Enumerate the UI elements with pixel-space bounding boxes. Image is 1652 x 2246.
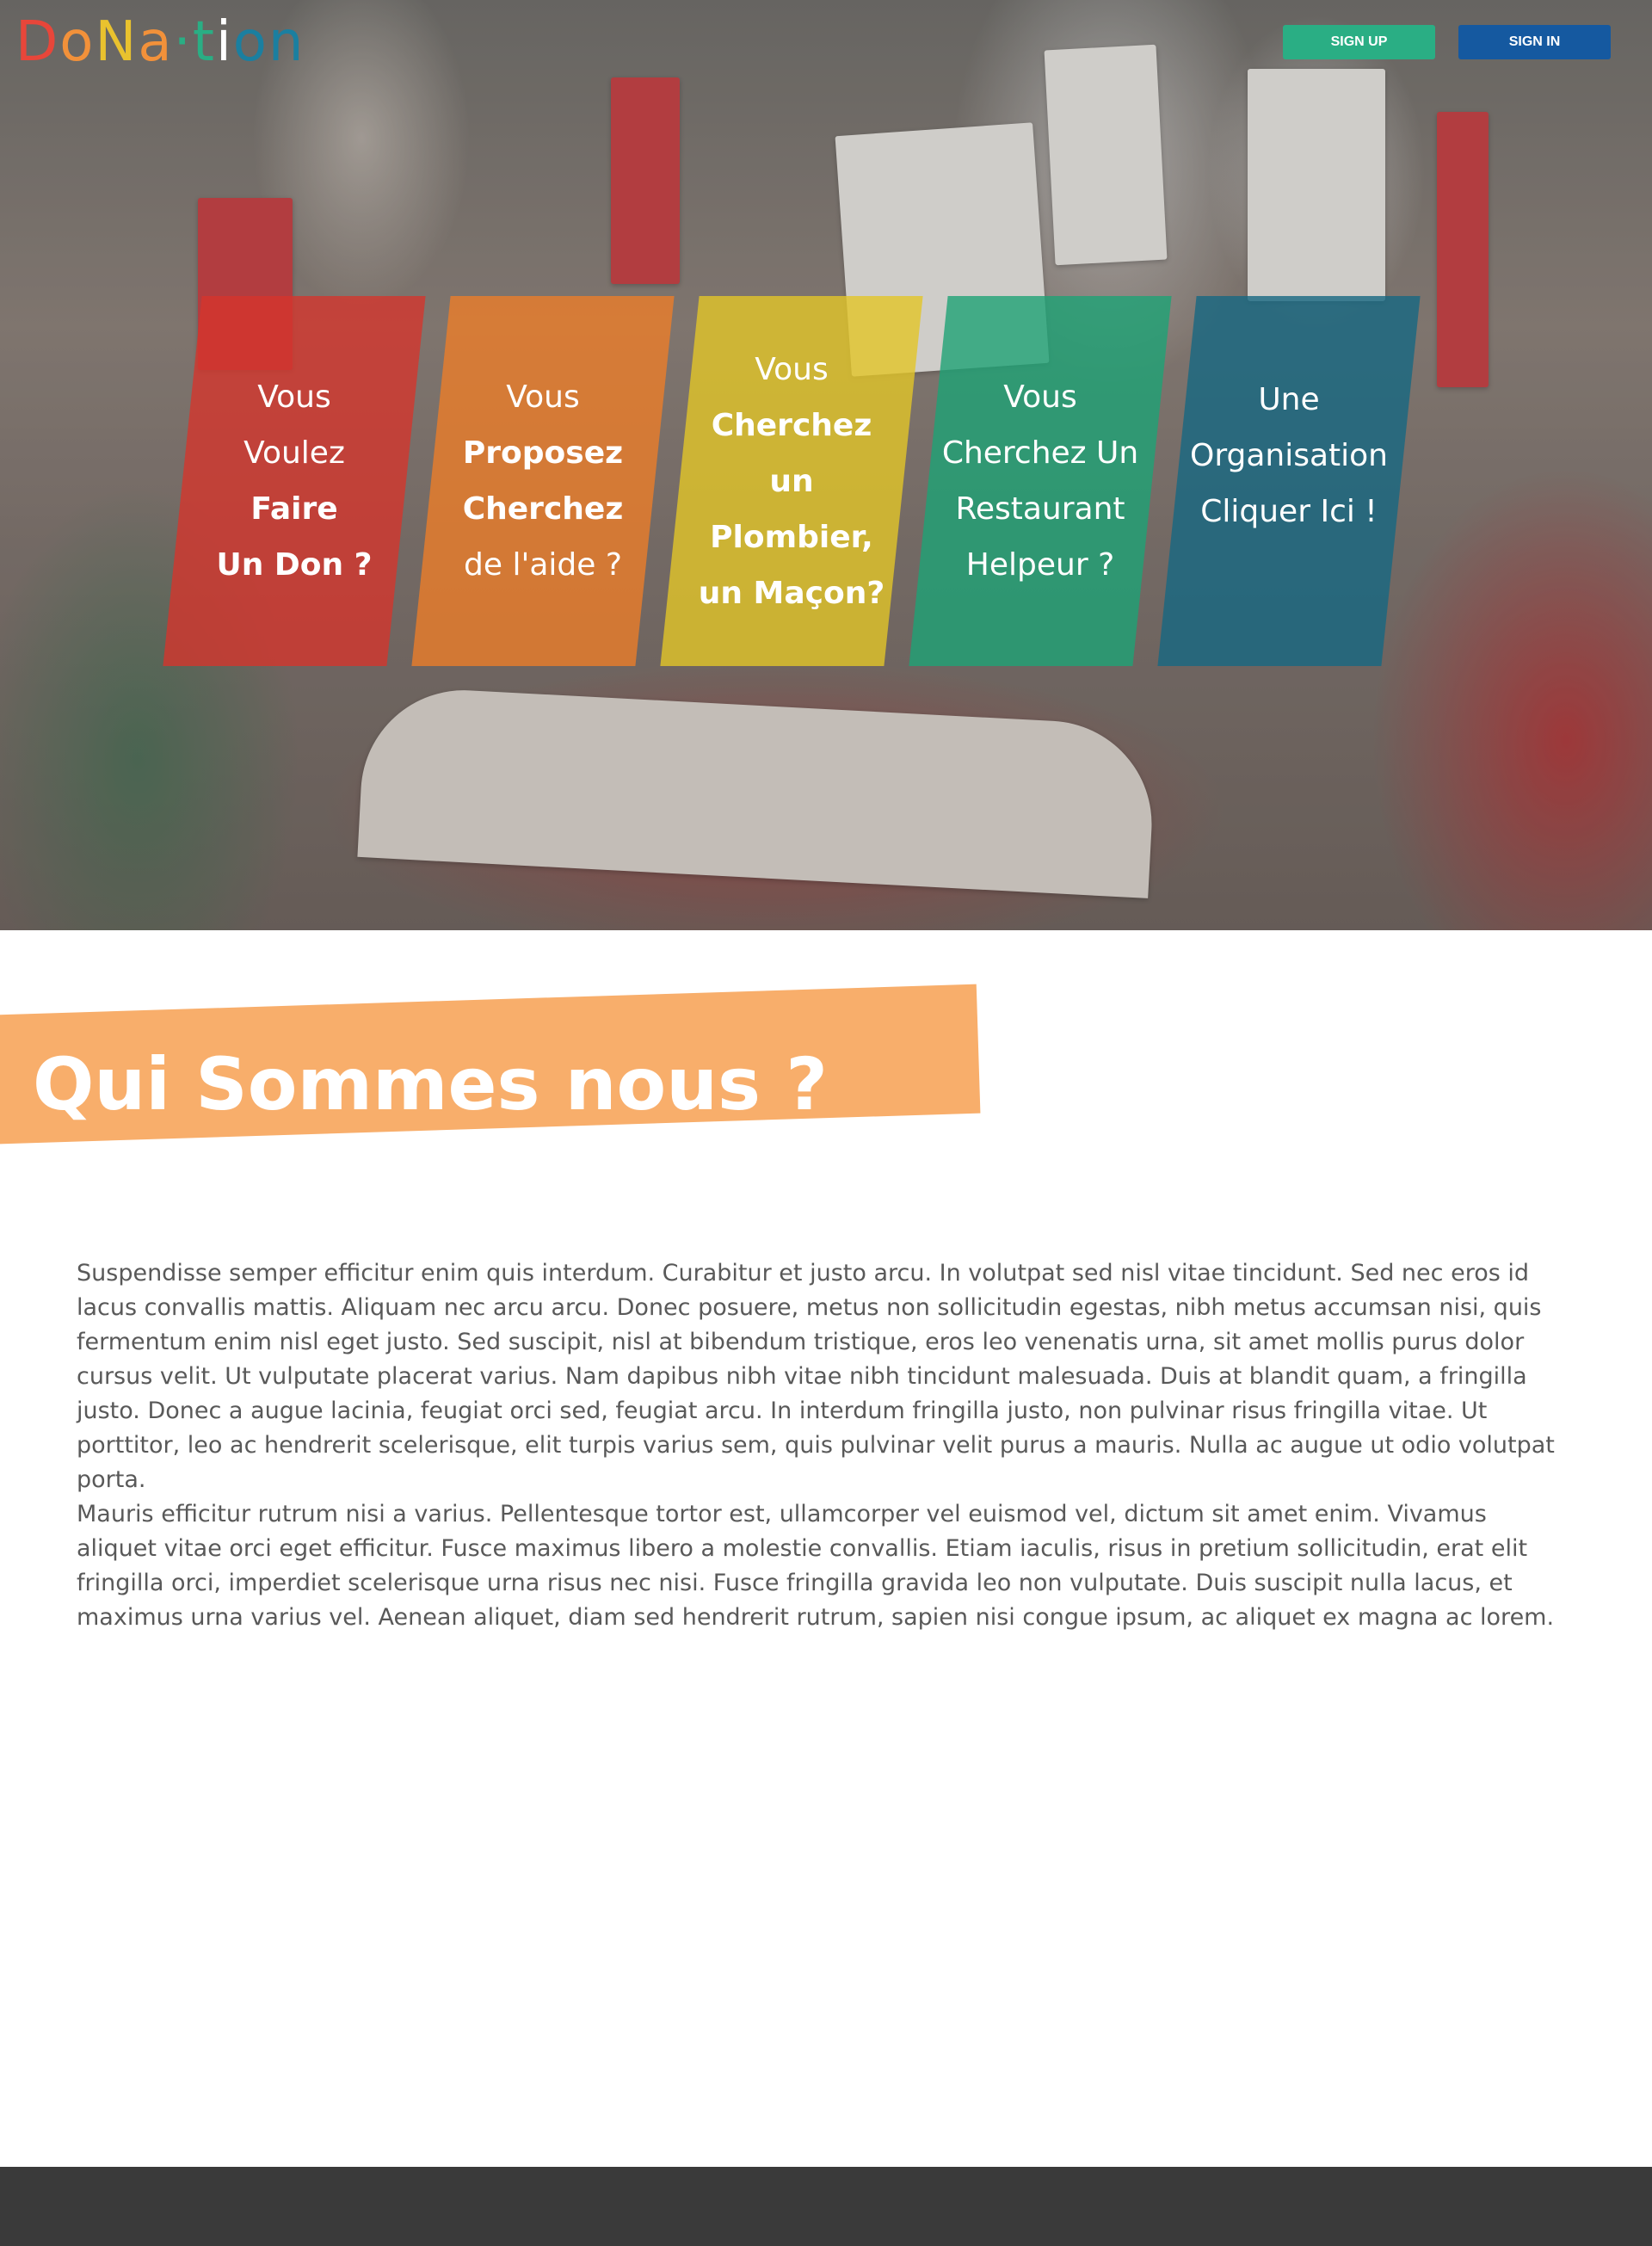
card-line: Une: [1258, 381, 1320, 417]
sign-in-button[interactable]: SIGN IN: [1458, 25, 1611, 59]
card-line: un Maçon?: [698, 575, 885, 611]
card-text: Vous Proposez Cherchez de l'aide ?: [440, 369, 646, 593]
card-line: Helpeur ?: [965, 547, 1115, 583]
about-paragraph: Mauris efficitur rutrum nisi a varius. P…: [77, 1501, 1555, 1631]
card-line: Restaurant: [955, 491, 1125, 527]
card-line: Voulez: [243, 435, 345, 471]
card-line: Cherchez Un: [941, 435, 1139, 471]
card-line: Proposez: [462, 435, 624, 471]
about-title: Qui Sommes nous ?: [33, 1042, 828, 1126]
logo-letter: D: [15, 10, 60, 74]
donation-logo[interactable]: DoNa·tion: [15, 12, 305, 72]
card-text: Vous Voulez Faire Un Don ?: [191, 369, 398, 593]
logo-letter: t: [192, 10, 216, 74]
card-text: Vous Cherchez un Plombier, un Maçon?: [688, 342, 895, 621]
card-line: Cliquer Ici !: [1200, 493, 1378, 529]
card-line: Vous: [755, 351, 829, 387]
card-line: Vous: [257, 379, 331, 415]
about-paragraph: Suspendisse semper efficitur enim quis i…: [77, 1260, 1555, 1493]
about-text: Suspendisse semper efficitur enim quis i…: [77, 1256, 1565, 1635]
card-line: Plombier,: [710, 519, 873, 555]
card-text: Une Organisation Cliquer Ici !: [1186, 372, 1392, 540]
card-line: Cherchez: [462, 491, 624, 527]
logo-letter: n: [268, 10, 305, 74]
logo-letter: ·: [173, 10, 193, 74]
card-line: Organisation: [1189, 437, 1388, 473]
card-proposez-aide[interactable]: Vous Proposez Cherchez de l'aide ?: [411, 296, 675, 666]
page-footer: [0, 2167, 1652, 2246]
logo-letter: i: [215, 10, 233, 74]
sign-up-button[interactable]: SIGN UP: [1283, 25, 1435, 59]
card-line: Un Don ?: [216, 547, 373, 583]
card-line: Vous: [506, 379, 580, 415]
hero-section: DoNa·tion SIGN UP SIGN IN Vous Voulez Fa…: [0, 0, 1652, 930]
card-faire-un-don[interactable]: Vous Voulez Faire Un Don ?: [163, 296, 426, 666]
card-line: Cherchez un: [711, 407, 872, 499]
card-cherchez-restaurant[interactable]: Vous Cherchez Un Restaurant Helpeur ?: [909, 296, 1172, 666]
card-line: Faire: [250, 491, 338, 527]
card-cherchez-plombier[interactable]: Vous Cherchez un Plombier, un Maçon?: [660, 296, 923, 666]
card-text: Vous Cherchez Un Restaurant Helpeur ?: [937, 369, 1143, 593]
logo-letter: o: [232, 10, 268, 74]
card-organisation[interactable]: Une Organisation Cliquer Ici !: [1157, 296, 1421, 666]
card-line: Vous: [1003, 379, 1077, 415]
logo-letter: o: [59, 10, 96, 74]
card-line: de l'aide ?: [464, 547, 622, 583]
logo-letter: N: [95, 10, 139, 74]
logo-letter: a: [138, 10, 174, 74]
